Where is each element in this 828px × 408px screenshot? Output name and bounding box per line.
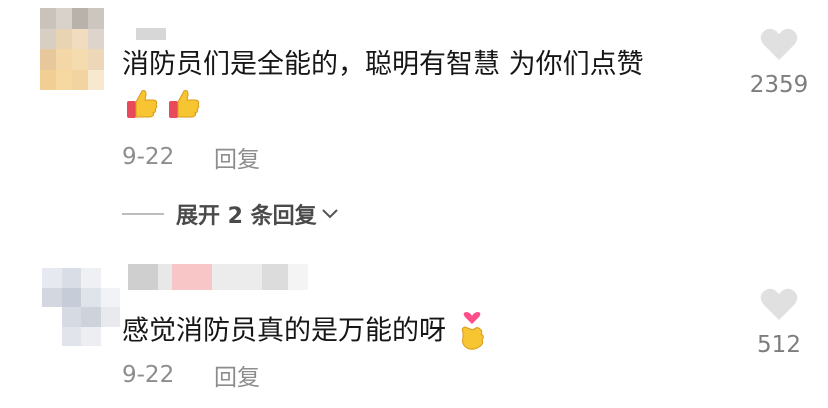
username-blurred[interactable] [128,264,308,290]
comment-date: 9-22 [122,144,175,170]
expand-replies-button[interactable]: 展开 2 条回复 [122,198,339,230]
comment-date: 9-22 [122,362,175,388]
like-count: 2359 [749,72,809,98]
chevron-down-icon [321,208,339,220]
finger-heart-emoji [455,312,489,352]
reply-button[interactable]: 回复 [214,140,260,174]
heart-outline-icon [759,26,799,66]
expand-replies-label: 展开 2 条回复 [176,204,317,229]
thumbs-up-emoji [166,86,202,122]
like-count: 512 [757,332,801,358]
heart-outline-icon [759,286,799,326]
comment-item: 感觉消防员真的是万能的呀 9-22 回复 512 [0,258,828,408]
comment-meta: 9-22 回复 [122,140,260,174]
avatar[interactable] [42,268,120,346]
emoji-row [124,86,202,122]
comment-text: 消防员们是全能的，聪明有智慧 为你们点赞 [122,49,644,80]
reply-button[interactable]: 回复 [214,358,260,392]
avatar[interactable] [40,8,104,90]
comment-text-body: 感觉消防员真的是万能的呀 [122,315,446,347]
like-button[interactable]: 512 [746,286,812,358]
username-blurred[interactable] [136,28,166,40]
comment-item: 消防员们是全能的，聪明有智慧 为你们点赞 9-22 回复 展开 2 条回复 23… [0,0,828,250]
thumbs-up-emoji [124,86,160,122]
comment-text: 感觉消防员真的是万能的呀 [122,312,489,352]
comment-meta: 9-22 回复 [122,358,260,392]
like-button[interactable]: 2359 [746,26,812,98]
divider-line [122,213,164,215]
